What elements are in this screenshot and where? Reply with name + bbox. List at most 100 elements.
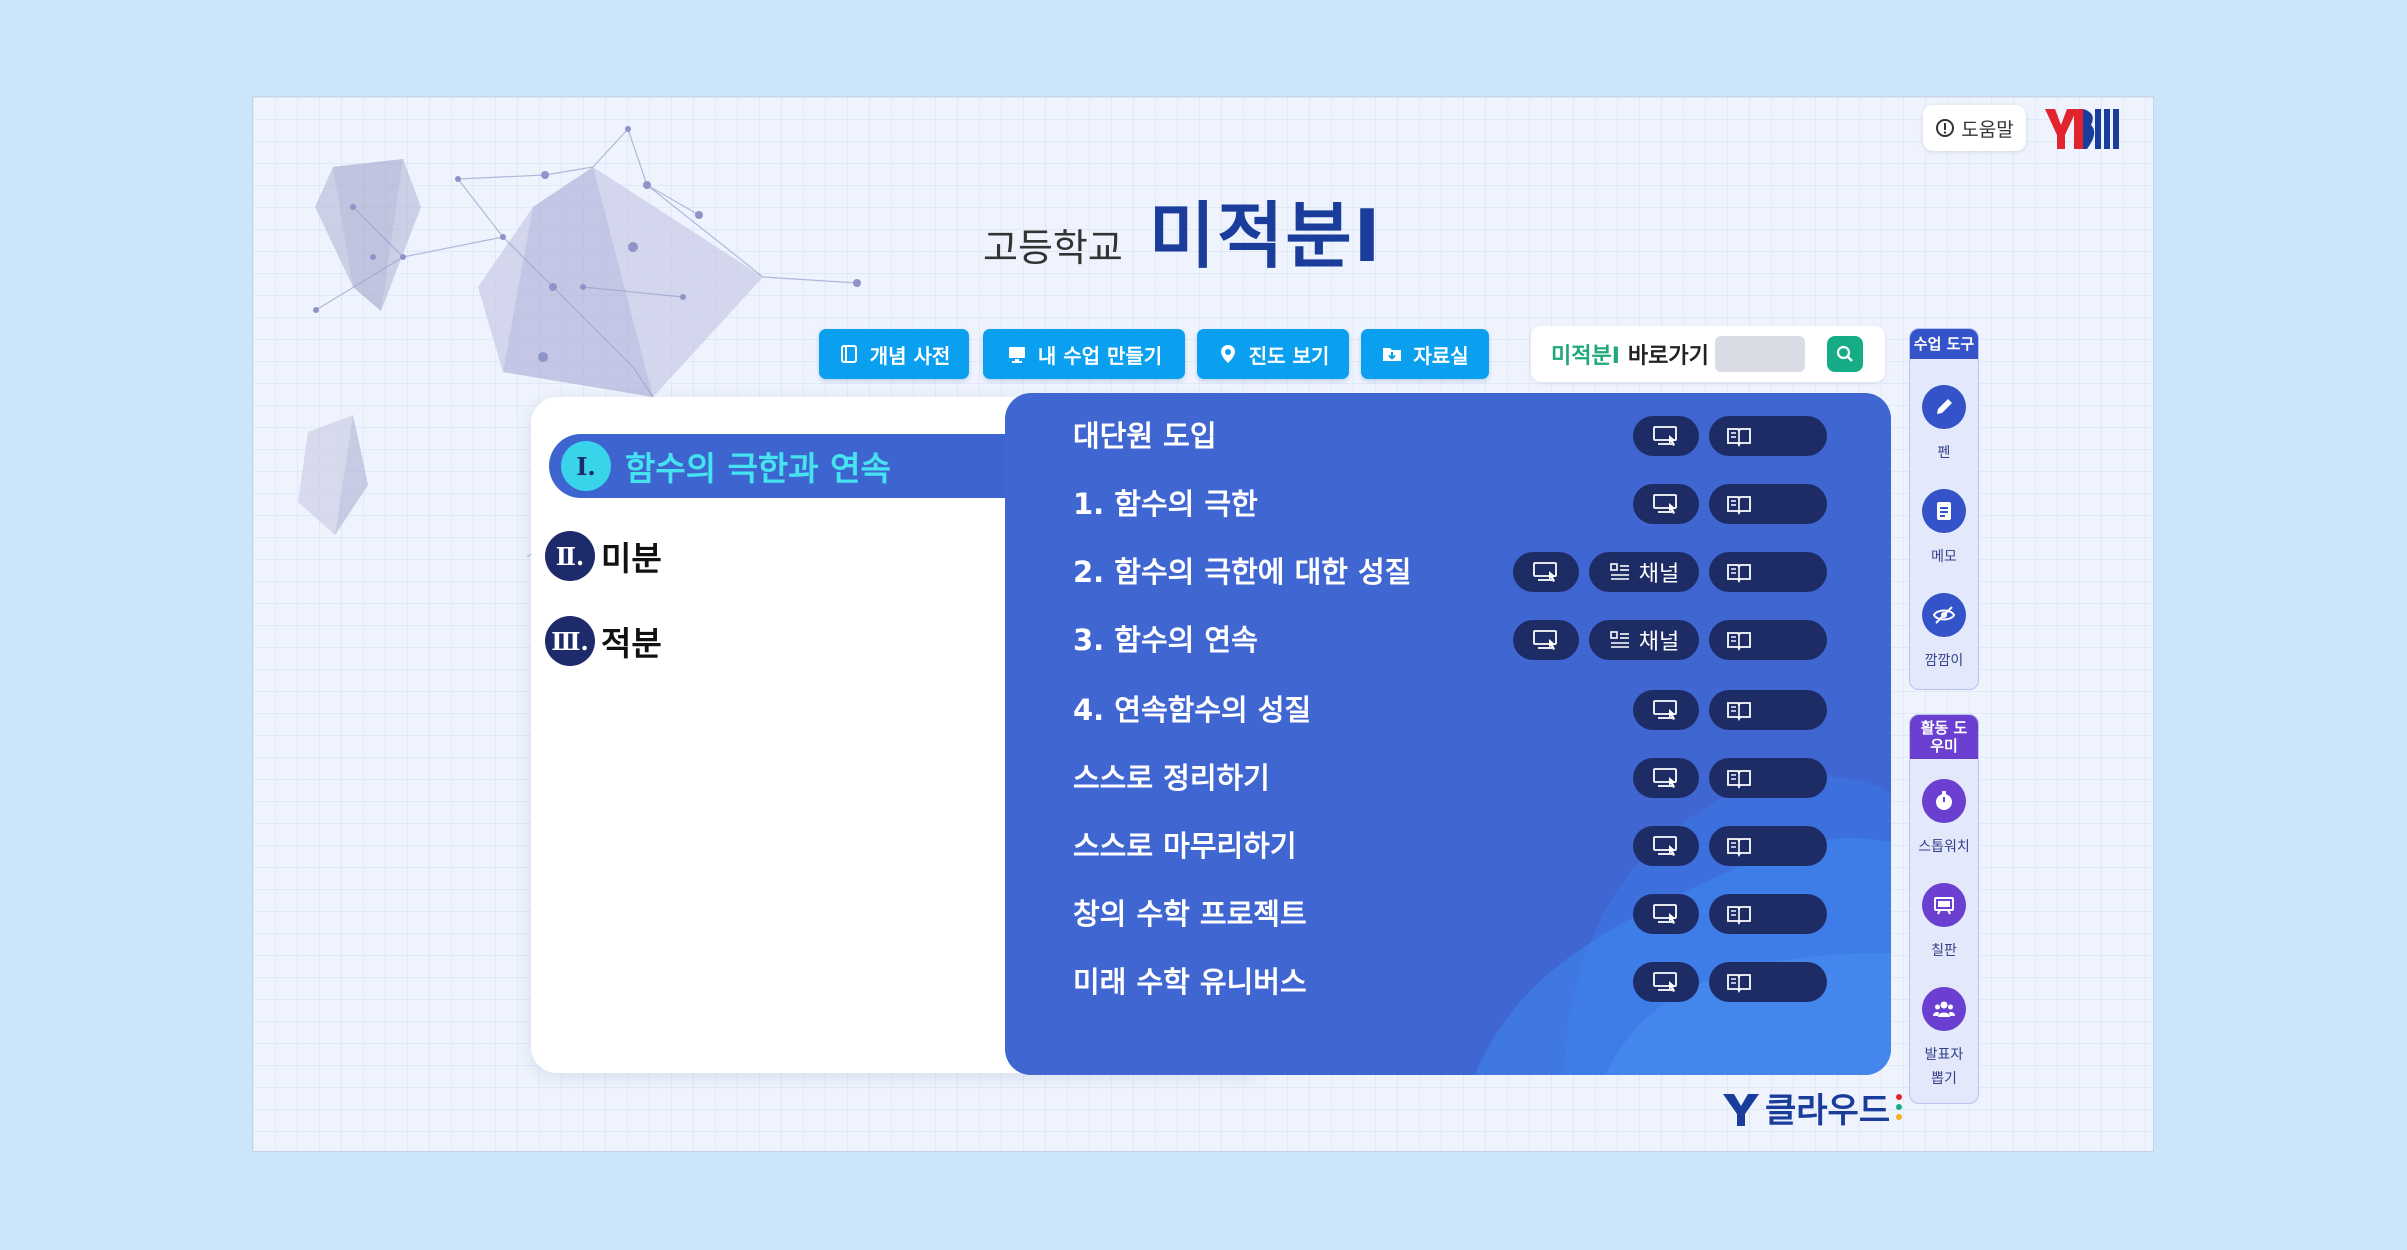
textbook-button[interactable] [1709,552,1827,592]
lesson-title[interactable]: 1. 함수의 극한 [1073,481,1258,523]
help-button[interactable]: 도움말 [1923,105,2026,151]
tool-memo[interactable]: 메모 [1910,489,1978,569]
lesson-row: 창의 수학 프로젝트 [1005,879,1891,947]
tool-label: 스톱워치 [1918,839,1970,855]
lesson-title[interactable]: 창의 수학 프로젝트 [1073,891,1307,933]
lesson-title[interactable]: 스스로 정리하기 [1073,755,1270,797]
chapter-item-3[interactable]: Ⅲ. 적분 [545,616,662,666]
present-button[interactable] [1633,894,1699,934]
open-book-icon [1727,702,1751,721]
open-book-icon [1727,496,1751,515]
presentation-icon [1653,972,1677,992]
present-button[interactable] [1513,620,1579,660]
lesson-list-panel: 대단원 도입 1. 함수의 극한 2. 함수의 극한에 대한 성질 채널 3. 함수의 … [1005,393,1891,1075]
monitor-icon [1008,347,1025,363]
tool-blackout[interactable]: 깜깜이 [1910,593,1978,673]
channel-label: 채널 [1638,562,1680,587]
chapter-item-1[interactable]: Ⅰ. 함수의 극한과 연속 [549,434,1009,498]
list-icon [1609,631,1629,648]
textbook-button[interactable] [1709,690,1827,730]
channel-label: 채널 [1638,630,1680,655]
resources-label: 자료실 [1413,343,1469,368]
textbook-button[interactable] [1709,962,1827,1002]
lesson-row: 3. 함수의 연속 채널 [1005,605,1891,673]
presentation-icon [1533,562,1557,582]
folder-download-icon [1383,348,1402,361]
lesson-row: 미래 수학 유니버스 [1005,947,1891,1015]
quick-go-search: 미적분I 바로가기 [1531,326,1885,382]
make-my-class-button[interactable]: 내 수업 만들기 [983,329,1185,379]
chapter-label: 함수의 극한과 연속 [625,449,891,488]
resources-button[interactable]: 자료실 [1361,329,1489,379]
tool-label: 칠판 [1931,943,1957,959]
open-book-icon [1727,632,1751,651]
present-button[interactable] [1633,758,1699,798]
open-book-icon [1727,564,1751,583]
progress-view-label: 진도 보기 [1248,343,1330,368]
channel-button[interactable]: 채널 [1589,552,1699,592]
lesson-title[interactable]: 미래 수학 유니버스 [1073,959,1307,1001]
y-logo-icon [1723,1093,1759,1126]
chapter-number-badge: Ⅱ. [545,531,595,581]
dots-icon [1896,1093,1903,1120]
open-book-icon [1727,906,1751,925]
class-tools-header: 수업 도구 [1910,329,1978,359]
open-book-icon [1727,838,1751,857]
chapter-label: 적분 [601,624,662,663]
textbook-button[interactable] [1709,894,1827,934]
presentation-icon [1653,904,1677,924]
lesson-title[interactable]: 스스로 마무리하기 [1073,823,1297,865]
chapter-number-badge: Ⅲ. [545,616,595,666]
presentation-icon [1653,836,1677,856]
channel-button[interactable]: 채널 [1589,620,1699,660]
present-button[interactable] [1513,552,1579,592]
textbook-button[interactable] [1709,826,1827,866]
blackboard-icon [1934,897,1954,915]
search-go-label: 바로가기 [1627,344,1709,369]
tool-stopwatch[interactable]: 스톱워치 [1910,779,1978,859]
help-label: 도움말 [1961,118,2014,141]
chapter-item-2[interactable]: Ⅱ. 미분 [545,531,662,581]
presentation-icon [1533,630,1557,650]
textbook-button[interactable] [1709,758,1827,798]
concept-dictionary-button[interactable]: 개념 사전 [819,329,969,379]
lesson-title[interactable]: 3. 함수의 연속 [1073,617,1258,659]
lesson-row: 2. 함수의 극한에 대한 성질 채널 [1005,537,1891,605]
main-frame: 도움말 고등학교 미적분I 개념 사전 내 수업 만들기 진도 보기 자료실 미… [252,96,2154,1152]
present-button[interactable] [1633,962,1699,1002]
title-subject: 미적분I [1148,194,1383,278]
quick-go-input[interactable] [1714,336,1805,372]
concept-dictionary-label: 개념 사전 [869,343,951,368]
present-button[interactable] [1633,484,1699,524]
y-cloud-logo: 클라우드 [1721,1083,1904,1132]
presentation-icon [1653,426,1677,446]
textbook-button[interactable] [1709,416,1827,456]
tool-pick-presenter[interactable]: 발표자 뽑기 [1910,987,1978,1091]
tool-label: 펜 [1937,445,1951,461]
present-button[interactable] [1633,690,1699,730]
open-book-icon [1727,428,1751,447]
tool-label: 메모 [1931,549,1957,565]
textbook-button[interactable] [1709,484,1827,524]
lesson-title[interactable]: 4. 연속함수의 성질 [1073,687,1311,729]
location-pin-icon [1220,345,1235,363]
lesson-title[interactable]: 2. 함수의 극한에 대한 성질 [1073,549,1411,591]
presentation-icon [1653,700,1677,720]
progress-view-button[interactable]: 진도 보기 [1197,329,1349,379]
lesson-row: 스스로 마무리하기 [1005,811,1891,879]
present-button[interactable] [1633,416,1699,456]
search-button[interactable] [1827,336,1863,372]
tool-label: 깜깜이 [1924,653,1964,669]
activity-tools-panel: 활동 도우미 스톱워치 칠판 발표자 뽑기 [1909,714,1979,1104]
chapter-number-badge: Ⅰ. [561,441,611,491]
lesson-row: 1. 함수의 극한 [1005,469,1891,537]
lesson-row: 스스로 정리하기 [1005,743,1891,811]
textbook-button[interactable] [1709,620,1827,660]
title-school-level: 고등학교 [983,226,1123,270]
tool-blackboard[interactable]: 칠판 [1910,883,1978,963]
people-icon [1933,1001,1955,1017]
lesson-title[interactable]: 대단원 도입 [1073,413,1217,455]
tool-pen[interactable]: 펜 [1910,385,1978,465]
chapter-label: 미분 [601,539,662,578]
present-button[interactable] [1633,826,1699,866]
